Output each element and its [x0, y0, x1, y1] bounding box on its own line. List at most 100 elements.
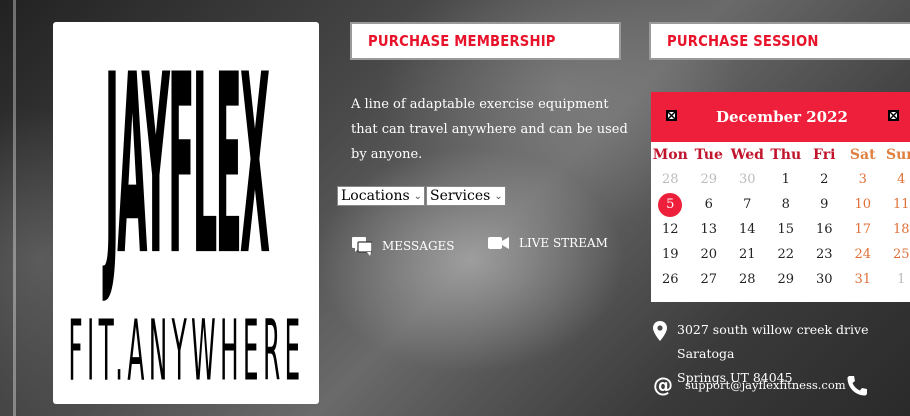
calendar-day[interactable]: 16 [805, 217, 844, 242]
calendar-day-number: 18 [892, 222, 910, 237]
email-link[interactable]: support@jayflexfitness.com [685, 378, 846, 392]
calendar-day-number: 28 [738, 272, 756, 287]
calendar-day[interactable]: 12 [651, 217, 690, 242]
calendar-day-number: 12 [661, 222, 679, 237]
purchase-membership-label: PURCHASE MEMBERSHIP [368, 32, 556, 50]
logo-main: JAYFLEX [59, 30, 313, 300]
calendar-day[interactable]: 29 [690, 167, 729, 192]
calendar-day-number: 30 [738, 172, 756, 187]
purchase-membership-button[interactable]: PURCHASE MEMBERSHIP [350, 22, 621, 60]
background-divider [13, 0, 16, 416]
calendar-day[interactable]: 1 [767, 167, 806, 192]
calendar-day[interactable]: 28 [651, 167, 690, 192]
calendar-day[interactable]: 27 [690, 267, 729, 292]
calendar-day[interactable]: 31 [844, 267, 883, 292]
broken-image-icon [889, 111, 898, 120]
live-stream-link[interactable]: LIVE STREAM [488, 236, 608, 250]
calendar-day[interactable]: 30 [805, 267, 844, 292]
calendar-day[interactable]: 23 [805, 242, 844, 267]
calendar-day[interactable]: 11 [882, 192, 910, 217]
calendar-day-number: 31 [854, 272, 872, 287]
calendar-day[interactable]: 24 [844, 242, 883, 267]
calendar-day-number: 24 [854, 247, 872, 262]
calendar-day-number: 1 [897, 272, 906, 287]
calendar-header: December 2022 [651, 92, 910, 142]
calendar-month-label: December 2022 [715, 108, 848, 126]
calendar-weekday-label: Sun [886, 146, 910, 163]
description-text: A line of adaptable exercise equipment t… [351, 97, 628, 162]
calendar-day[interactable]: 8 [767, 192, 806, 217]
calendar-day[interactable]: 14 [728, 217, 767, 242]
calendar-weekday-label: Thu [770, 146, 802, 163]
purchase-session-button[interactable]: PURCHASE SESSION [649, 22, 910, 60]
calendar-weekday-label: Mon [652, 146, 688, 163]
logo-sub-text: FIT.ANYWHERE [67, 303, 305, 401]
chevron-down-icon: ⌄ [494, 190, 503, 202]
services-select[interactable]: Services ⌄ [426, 186, 506, 206]
calendar-day[interactable]: 22 [767, 242, 806, 267]
calendar-day-number: 20 [700, 247, 718, 262]
calendar-day-number: 29 [700, 172, 718, 187]
purchase-session-label: PURCHASE SESSION [667, 32, 819, 50]
video-camera-icon [488, 237, 509, 249]
calendar-day[interactable]: 10 [844, 192, 883, 217]
calendar-day-number: 25 [892, 247, 910, 262]
calendar-prev-button[interactable] [666, 110, 677, 121]
calendar-day[interactable]: 20 [690, 242, 729, 267]
calendar-next-button[interactable] [888, 110, 899, 121]
calendar-day-number: 29 [777, 272, 795, 287]
calendar-day[interactable]: 28 [728, 267, 767, 292]
calendar-day[interactable]: 21 [728, 242, 767, 267]
calendar-day[interactable]: 7 [728, 192, 767, 217]
logo-card: JAYFLEX FIT.ANYWHERE [53, 22, 319, 404]
locations-select[interactable]: Locations ⌄ [337, 186, 426, 206]
calendar-day-number: 4 [897, 172, 906, 187]
calendar-day[interactable]: 4 [882, 167, 910, 192]
calendar-day[interactable]: 9 [805, 192, 844, 217]
locations-select-value: Locations [341, 188, 410, 204]
calendar-day-number: 13 [700, 222, 718, 237]
chat-bubbles-icon [352, 237, 372, 256]
at-icon: @ [653, 373, 673, 397]
calendar-day-number: 22 [777, 247, 795, 262]
calendar-day[interactable]: 15 [767, 217, 806, 242]
calendar-day[interactable]: 2 [805, 167, 844, 192]
calendar-day-number: 23 [815, 247, 833, 262]
calendar-day[interactable]: 19 [651, 242, 690, 267]
calendar-day[interactable]: 30 [728, 167, 767, 192]
calendar-day[interactable]: 25 [882, 242, 910, 267]
calendar-day[interactable]: 29 [767, 267, 806, 292]
phone-button[interactable] [846, 375, 868, 401]
calendar-day-number: 14 [738, 222, 756, 237]
calendar-day-number: 2 [820, 172, 829, 187]
calendar-weekday-label: Wed [730, 146, 764, 163]
broken-image-icon [667, 111, 676, 120]
calendar-day-number: 5 [658, 192, 683, 217]
address-line1: 3027 south willow creek drive Saratoga [677, 322, 869, 361]
calendar-day-number: 28 [661, 172, 679, 187]
calendar-day-number: 30 [815, 272, 833, 287]
calendar-day-number: 9 [820, 197, 829, 212]
calendar-day-number: 27 [700, 272, 718, 287]
calendar-weekday-label: Fri [813, 146, 836, 163]
calendar-day[interactable]: 3 [844, 167, 883, 192]
calendar-day-number: 19 [661, 247, 679, 262]
calendar-day-number: 21 [738, 247, 756, 262]
calendar-day[interactable]: 17 [844, 217, 883, 242]
email-contact[interactable]: @ support@jayflexfitness.com [653, 375, 846, 395]
map-pin-icon [653, 321, 667, 341]
messages-link[interactable]: MESSAGES [352, 236, 455, 256]
calendar: December 2022 MonTueWedThuFriSatSun28293… [651, 92, 910, 302]
calendar-day[interactable]: 26 [651, 267, 690, 292]
live-stream-label: LIVE STREAM [519, 236, 608, 250]
calendar-day[interactable]: 13 [690, 217, 729, 242]
calendar-day-number: 15 [777, 222, 795, 237]
calendar-day-number: 10 [854, 197, 872, 212]
calendar-day[interactable]: 18 [882, 217, 910, 242]
filter-selects: Locations ⌄ Services ⌄ [337, 186, 506, 206]
phone-icon [847, 376, 867, 396]
calendar-weekday-label: Sat [849, 146, 876, 163]
calendar-day[interactable]: 1 [882, 267, 910, 292]
calendar-day-today[interactable]: 5 [651, 192, 690, 217]
calendar-day[interactable]: 6 [690, 192, 729, 217]
